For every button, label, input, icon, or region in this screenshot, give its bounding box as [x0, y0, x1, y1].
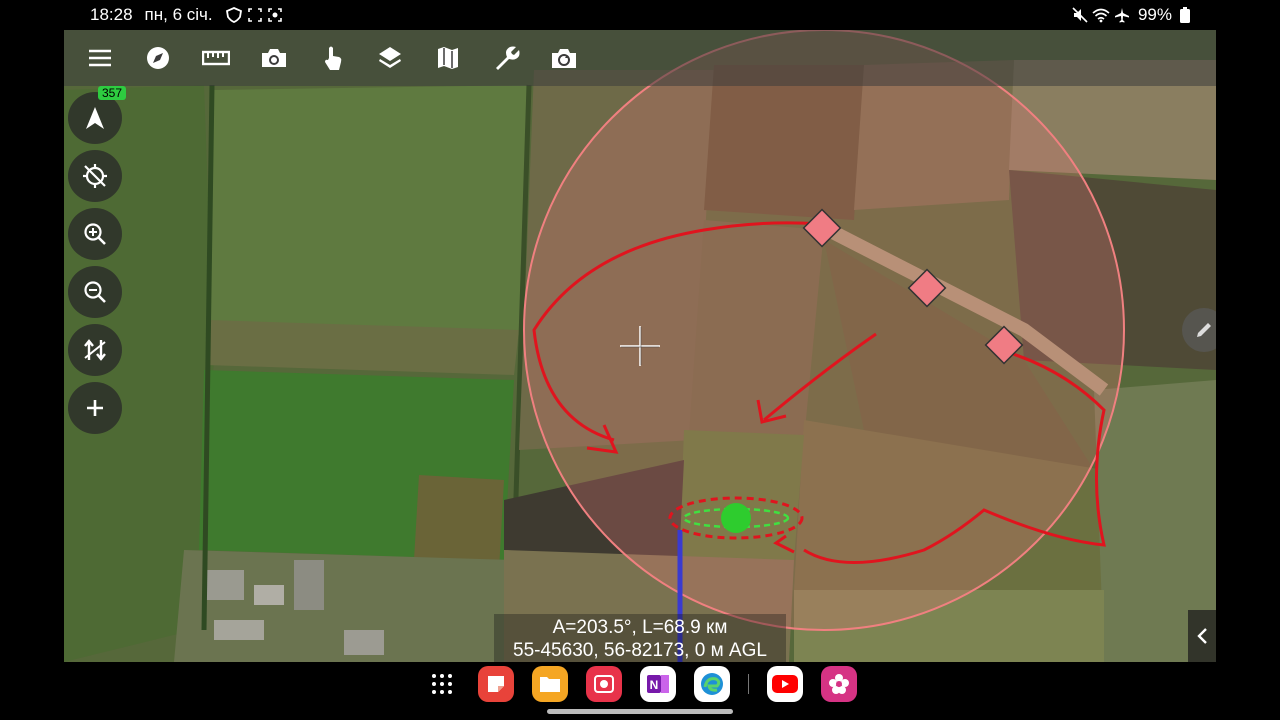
status-right: 99%	[1072, 5, 1190, 25]
location-off-icon	[83, 164, 107, 188]
folder-icon	[540, 677, 560, 692]
camera-button[interactable]	[252, 36, 296, 80]
battery-icon	[1180, 7, 1190, 23]
plus-icon	[87, 400, 103, 416]
range-circle	[523, 30, 1125, 631]
status-time: 18:28	[90, 5, 133, 24]
screenshot-icon	[247, 8, 262, 22]
add-button[interactable]	[68, 382, 122, 434]
menu-button[interactable]	[78, 36, 122, 80]
mute-icon	[1072, 7, 1088, 23]
layers-icon	[379, 47, 401, 68]
chevron-left-icon	[1197, 628, 1207, 644]
swap-button[interactable]	[68, 324, 122, 376]
map-toolbar	[64, 30, 1216, 86]
map-view[interactable]: 357 A=203.5°, L=68.9 км 55-45630, 56-821…	[64, 30, 1216, 662]
camera-switch-button[interactable]	[542, 36, 586, 80]
youtube-app-icon[interactable]	[767, 666, 803, 702]
coordinates-text: 55-45630, 56-82173, 0 м AGL	[513, 640, 767, 661]
status-system-icons	[1072, 7, 1130, 23]
apps-grid-button[interactable]	[424, 666, 460, 702]
ruler-icon	[202, 50, 230, 66]
edge-browser-icon	[701, 673, 723, 695]
blossom-app-icon[interactable]	[821, 666, 857, 702]
map-button[interactable]	[426, 36, 470, 80]
tablet-screen: 18:28 пн, 6 січ. 99% 357 A=203.5°, L=68.…	[0, 0, 1280, 720]
map-icon	[438, 47, 458, 69]
compass-icon	[147, 47, 169, 69]
zoom-in-button[interactable]	[68, 208, 122, 260]
onenote-icon: N	[647, 675, 669, 693]
airplane-mode-icon	[1114, 8, 1129, 23]
camera-rotate-icon	[552, 49, 576, 68]
building	[344, 630, 384, 655]
status-left: 18:28 пн, 6 січ.	[90, 5, 283, 25]
dock-separator	[748, 674, 749, 694]
home-indicator[interactable]	[547, 709, 733, 714]
zoom-in-icon	[84, 223, 106, 245]
status-notification-icons	[225, 7, 283, 23]
apps-grid-icon	[432, 674, 452, 694]
camera-icon	[262, 49, 286, 67]
building	[254, 585, 284, 605]
gallery-icon	[594, 675, 614, 693]
navigation-arrow-icon	[86, 107, 104, 129]
building	[294, 560, 324, 610]
collapse-panel-button[interactable]	[1188, 610, 1216, 662]
flower-icon	[829, 674, 849, 694]
settings-button[interactable]	[484, 36, 528, 80]
heading-button[interactable]: 357	[68, 86, 127, 144]
scan-icon	[267, 8, 282, 22]
wifi-icon	[1092, 8, 1110, 23]
taskbar-dock: N	[0, 662, 1280, 720]
satellite-map	[64, 30, 1216, 662]
swap-vertical-icon	[84, 339, 106, 361]
battery-percent: 99%	[1137, 5, 1172, 24]
coordinates-readout: A=203.5°, L=68.9 км 55-45630, 56-82173, …	[494, 614, 786, 662]
layers-button[interactable]	[368, 36, 412, 80]
touch-icon	[325, 46, 342, 70]
heading-badge: 357	[98, 86, 127, 100]
vpn-shield-icon	[225, 7, 242, 23]
youtube-icon	[772, 675, 798, 693]
wrench-icon	[496, 46, 520, 70]
building	[214, 620, 264, 640]
notes-app-icon[interactable]	[478, 666, 514, 702]
sticky-notes-icon	[488, 676, 504, 692]
compass-button[interactable]	[136, 36, 180, 80]
status-date: пн, 6 січ.	[144, 5, 213, 24]
menu-icon	[89, 49, 111, 67]
onenote-app-icon[interactable]: N	[640, 666, 676, 702]
azimuth-distance-text: A=203.5°, L=68.9 км	[552, 617, 728, 638]
zoom-out-icon	[84, 281, 106, 303]
dock-apps: N	[424, 666, 857, 702]
pencil-icon	[1197, 323, 1211, 337]
zoom-out-button[interactable]	[68, 266, 122, 318]
drone-position-marker[interactable]	[721, 503, 751, 533]
files-app-icon[interactable]	[532, 666, 568, 702]
field	[414, 475, 504, 570]
field	[209, 85, 529, 335]
ruler-button[interactable]	[194, 36, 238, 80]
edge-app-icon[interactable]	[694, 666, 730, 702]
status-bar: 18:28 пн, 6 січ. 99%	[0, 0, 1280, 30]
svg-text:N: N	[650, 678, 659, 692]
location-lock-button[interactable]	[68, 150, 122, 202]
touch-button[interactable]	[310, 36, 354, 80]
map-side-controls: 357	[68, 86, 127, 434]
gallery-app-icon[interactable]	[586, 666, 622, 702]
building	[204, 570, 244, 600]
